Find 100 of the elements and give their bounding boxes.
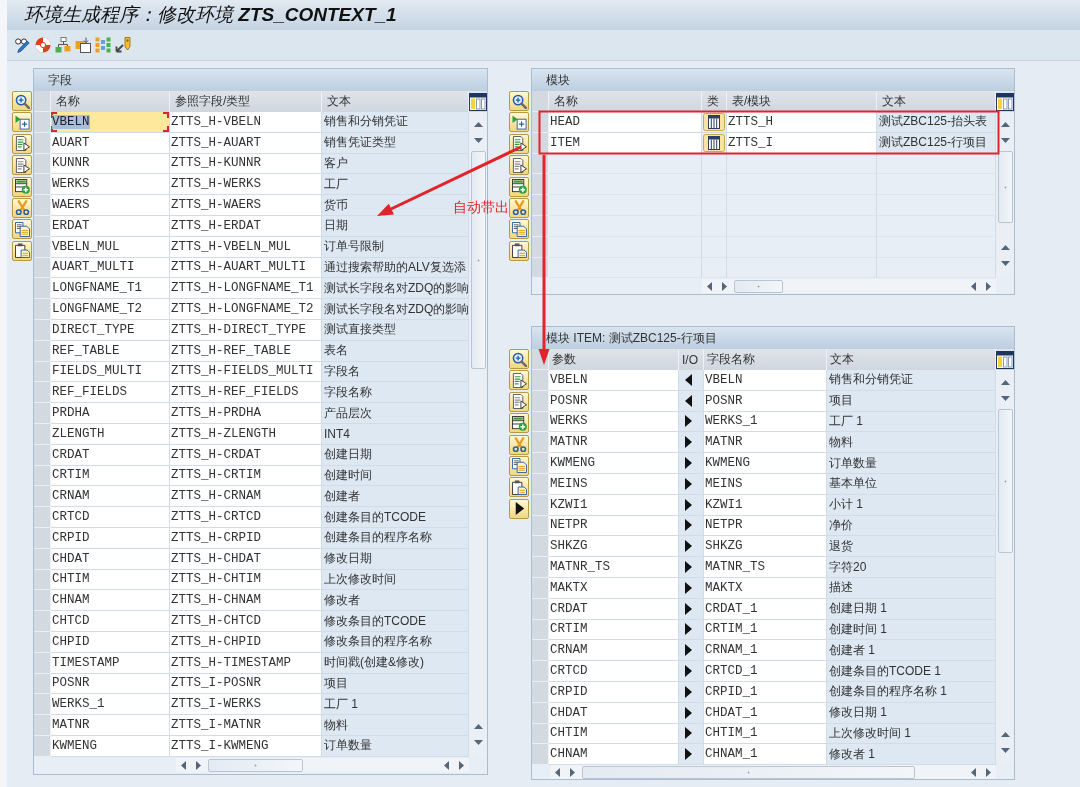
table-cell[interactable]: VBELN [549, 370, 679, 391]
right-triangle-icon[interactable] [570, 767, 575, 777]
table-cell[interactable]: ZTTS_H-AUART [170, 132, 322, 154]
column-header[interactable]: 表/模块 [727, 91, 877, 112]
horizontal-scrollbar[interactable] [176, 758, 469, 773]
left-triangle-icon[interactable] [971, 281, 976, 291]
up-triangle-icon[interactable] [1000, 732, 1010, 738]
arrow-button[interactable] [509, 498, 529, 519]
table-cell[interactable]: NETPR [549, 515, 679, 537]
table-cell[interactable]: CRNAM_1 [704, 640, 827, 662]
table-cell[interactable]: CHNAM [51, 590, 170, 612]
table-cell[interactable]: MAKTX [549, 577, 679, 599]
table-cell[interactable]: ZTTS_H-CRTCD [170, 507, 322, 528]
table-cell[interactable]: WERKS [51, 174, 170, 196]
table-cell[interactable]: CRPID_1 [704, 681, 827, 703]
table-cell[interactable]: KWMENG [704, 453, 827, 474]
paste-button[interactable] [509, 240, 529, 261]
table-cell[interactable]: VBELN_MUL [51, 236, 170, 258]
add-row-button[interactable] [12, 176, 32, 197]
down-triangle-icon[interactable] [1000, 748, 1010, 754]
table-cell[interactable]: ZTTS_H-VBELN_MUL [170, 236, 322, 258]
table-cell[interactable]: WERKS_1 [51, 694, 170, 716]
table-cell[interactable]: ZTTS_H-LONGFNAME_T2 [170, 299, 322, 320]
column-layout-icon[interactable] [469, 92, 487, 111]
table-cell[interactable]: CRNAM [51, 486, 170, 508]
up-triangle-icon[interactable] [473, 122, 483, 127]
table-cell[interactable]: MEINS [549, 474, 679, 495]
table-cell[interactable]: ZTTS_H-ERDAT [170, 216, 322, 237]
table-cell[interactable]: POSNR [549, 390, 679, 412]
copy-button[interactable] [509, 455, 529, 476]
table-cell[interactable]: LONGFNAME_T2 [51, 299, 170, 320]
table-cell[interactable]: CHTCD [51, 611, 170, 632]
table-cell[interactable]: ZTTS_H-CHTCD [170, 611, 322, 632]
down-triangle-icon[interactable] [1000, 396, 1010, 401]
table-cell[interactable]: ZTTS_H-ZLENGTH [170, 423, 322, 445]
right-triangle-icon[interactable] [459, 760, 464, 770]
table-cell[interactable]: POSNR [51, 673, 170, 695]
table-cell[interactable]: ZTTS_H-CHPID [170, 631, 322, 653]
paste-button[interactable] [509, 477, 529, 498]
table-cell[interactable]: ITEM [549, 132, 702, 154]
table-cell[interactable]: ZTTS_H-REF_TABLE [170, 340, 322, 362]
down-triangle-icon[interactable] [1000, 261, 1010, 267]
hierarchy-icon[interactable] [55, 37, 71, 53]
table-cell[interactable]: WERKS_1 [704, 411, 827, 433]
column-header[interactable]: 名称 [51, 91, 170, 112]
table-cell[interactable]: ZTTS_H-CRPID [170, 527, 322, 549]
up-triangle-icon[interactable] [1000, 122, 1010, 127]
table-cell[interactable]: LONGFNAME_T1 [51, 278, 170, 300]
table-cell[interactable]: ZTTS_H-FIELDS_MULTI [170, 361, 322, 383]
scrollbar-thumb[interactable] [997, 409, 1013, 553]
zoom-button[interactable] [509, 91, 529, 111]
left-triangle-icon[interactable] [971, 767, 976, 777]
right-triangle-icon[interactable] [722, 281, 727, 291]
column-header[interactable]: 文本 [827, 349, 996, 370]
table-cell[interactable]: CRNAM [549, 640, 679, 662]
table-cell[interactable]: ZTTS_H-CRNAM [170, 486, 322, 508]
table-cell[interactable]: MATNR_TS [549, 557, 679, 578]
column-header[interactable]: 参照字段/类型 [170, 91, 322, 112]
table-cell[interactable]: ZTTS_I [727, 132, 877, 154]
scrollbar-thumb[interactable] [582, 765, 915, 779]
down-triangle-icon[interactable] [1000, 138, 1010, 143]
table-cell[interactable]: CRPID [51, 527, 170, 549]
column-layout-icon[interactable] [996, 92, 1014, 111]
column-header[interactable]: 字段名称 [704, 349, 827, 370]
table-cell[interactable]: ERDAT [51, 216, 170, 237]
cut-button[interactable] [509, 434, 529, 455]
scrollbar-thumb[interactable] [734, 279, 783, 293]
document-arrow-button[interactable] [12, 133, 32, 154]
table-cell[interactable]: MAKTX [704, 577, 827, 599]
table-cell[interactable]: PRDHA [51, 403, 170, 424]
table-cell[interactable]: ZTTS_H-CHTIM [170, 569, 322, 591]
left-triangle-icon[interactable] [707, 281, 712, 291]
table-cell[interactable]: KWMENG [51, 735, 170, 757]
table-cell[interactable]: CRTIM [549, 619, 679, 641]
zoom-button[interactable] [12, 91, 32, 111]
up-triangle-icon[interactable] [1000, 380, 1010, 385]
table-cell[interactable]: ZTTS_H-CHDAT [170, 548, 322, 570]
table-cell[interactable]: CHPID [51, 631, 170, 653]
table-cell[interactable]: ZTTS_H-WERKS [170, 174, 322, 196]
scrollbar-thumb[interactable] [208, 758, 303, 772]
table-cell[interactable]: ZTTS_H-CRDAT [170, 444, 322, 466]
table-cell[interactable]: ZTTS_I-KWMENG [170, 735, 322, 757]
table-cell[interactable]: CRDAT [51, 444, 170, 466]
table-cell[interactable]: ZTTS_H-REF_FIELDS [170, 382, 322, 404]
table-cell[interactable]: FIELDS_MULTI [51, 361, 170, 383]
table-cell[interactable]: SHKZG [704, 536, 827, 558]
table-cell[interactable]: CHNAM [549, 744, 679, 766]
table-cell[interactable]: MATNR_TS [704, 557, 827, 578]
column-header[interactable]: 文本 [322, 91, 469, 112]
table-cell[interactable]: CRTIM_1 [704, 619, 827, 641]
table-cell[interactable]: ZLENGTH [51, 423, 170, 445]
table-cell[interactable]: ZTTS_I-WERKS [170, 694, 322, 716]
column-header[interactable]: I/O [679, 349, 704, 370]
table-cell[interactable]: ZTTS_H-LONGFNAME_T1 [170, 278, 322, 300]
table-cell[interactable]: DIRECT_TYPE [51, 319, 170, 341]
table-cell[interactable]: ZTTS_H-KUNNR [170, 153, 322, 175]
glasses-pencil-icon[interactable] [15, 37, 31, 53]
table-cell[interactable]: KZWI1 [549, 494, 679, 516]
down-triangle-icon[interactable] [473, 138, 483, 143]
table-icon[interactable] [703, 112, 725, 131]
